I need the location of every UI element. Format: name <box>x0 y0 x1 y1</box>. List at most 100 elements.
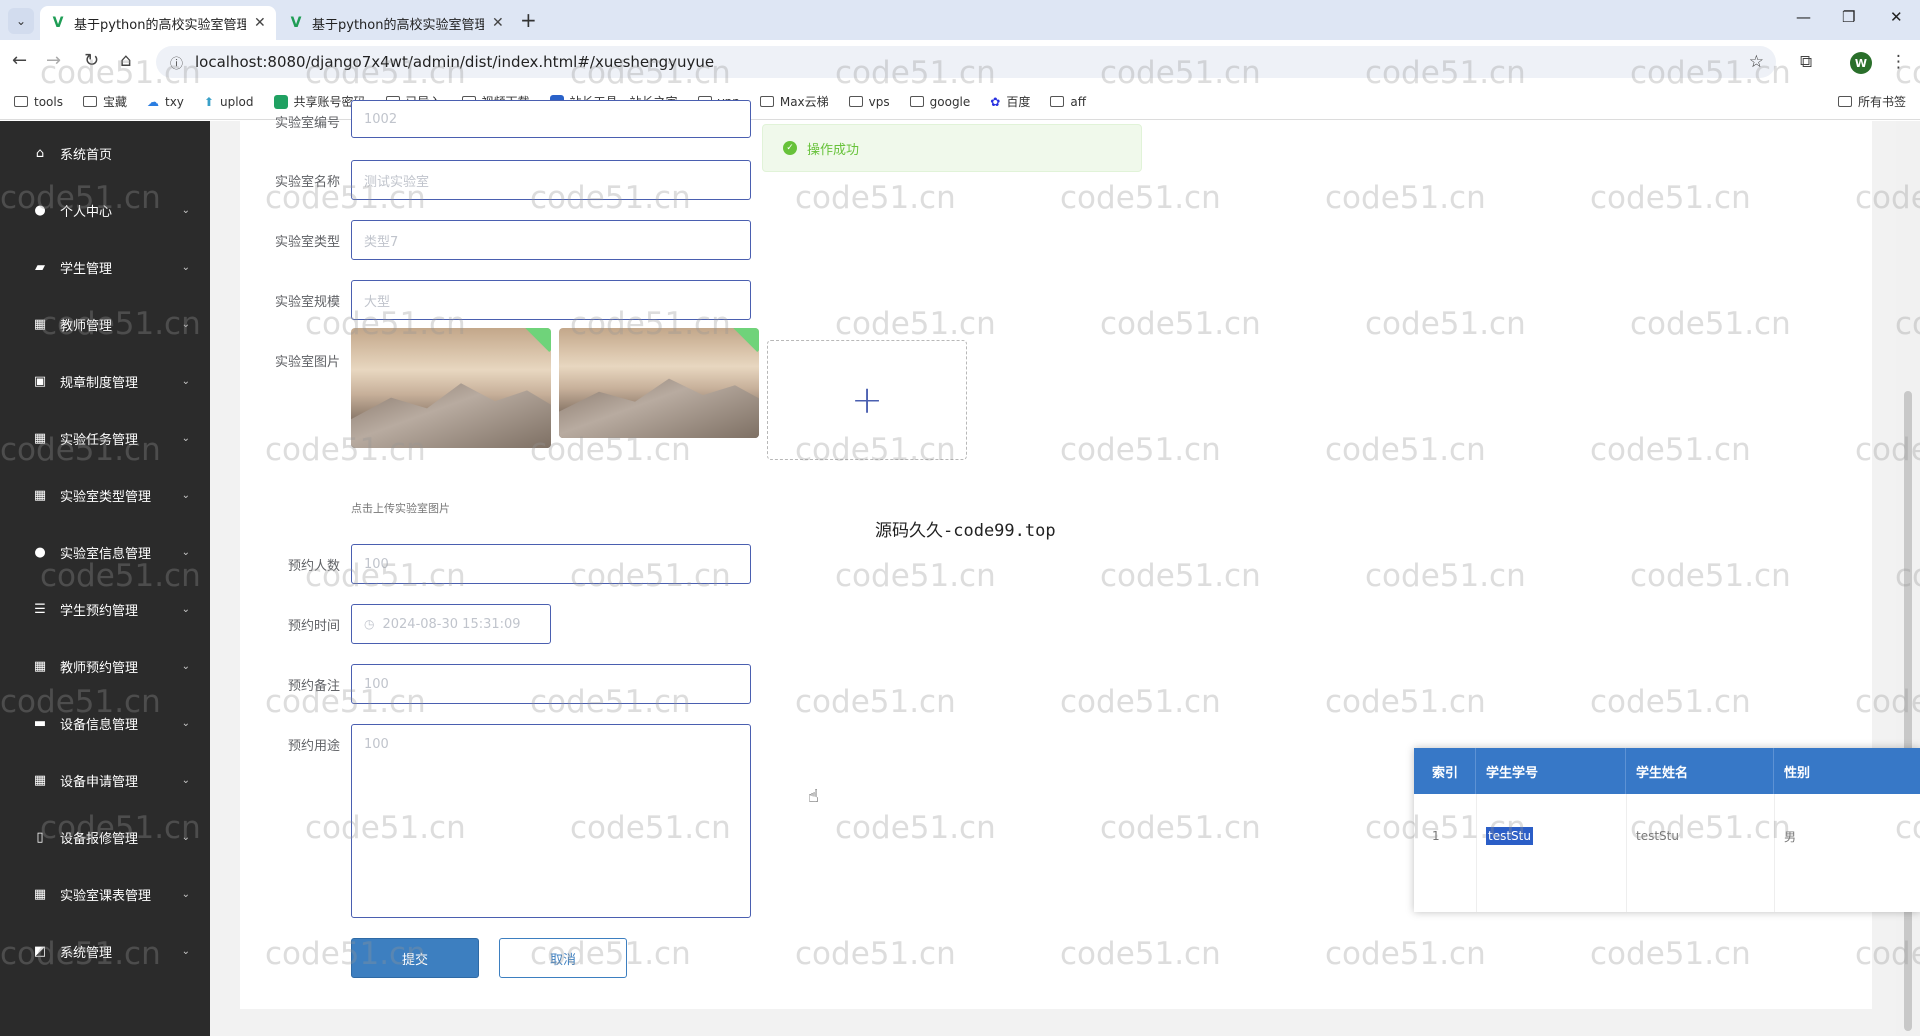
sidebar-item-label: 实验任务管理 <box>60 432 139 448</box>
sidebar-item[interactable]: ▦ 实验室课表管理 ⌄ <box>0 872 210 916</box>
bookmark-item[interactable]: ☁ txy <box>147 95 184 109</box>
sidebar-item-label: 设备申请管理 <box>60 774 139 790</box>
chevron-down-icon: ⌄ <box>181 774 190 786</box>
sidebar-item-label: 学生预约管理 <box>60 603 139 619</box>
tab-title: 基于python的高校实验室管理系 <box>74 17 246 33</box>
sidebar-item[interactable]: ▦ 设备申请管理 ⌄ <box>0 758 210 802</box>
sidebar-item[interactable]: ▦ 实验任务管理 ⌄ <box>0 416 210 460</box>
browser-tab-1[interactable]: V 基于python的高校实验室管理系 ✕ <box>40 6 276 40</box>
window-close-icon[interactable]: ✕ <box>1890 8 1903 26</box>
lab-image-label: 实验室图片 <box>274 355 340 370</box>
lab-image-thumbnail[interactable] <box>351 328 551 448</box>
bookmark-item[interactable]: tools <box>14 95 63 109</box>
reserve-note-label: 预约备注 <box>287 679 340 694</box>
chevron-down-icon: ⌄ <box>181 945 190 957</box>
sidebar-menu: ⌂ 系统首页 ● 个人中心 ⌄ ▰ 学生管理 ⌄ ▦ 教师管理 ⌄ ▣ 规章制度管理 ⌄ ▦ 实验任务管理 ⌄ ▦… <box>0 121 210 1036</box>
sidebar-item-label: 个人中心 <box>60 204 113 220</box>
sidebar-item[interactable]: ▦ 实验室类型管理 ⌄ <box>0 473 210 517</box>
sidebar-item[interactable]: ▦ 教师预约管理 ⌄ <box>0 644 210 688</box>
cancel-button[interactable]: 取消 <box>499 938 627 978</box>
sidebar-item-label: 系统首页 <box>60 147 113 163</box>
kebab-menu-icon[interactable]: ⋮ <box>1890 52 1907 72</box>
reserve-note-input[interactable]: 100 <box>351 664 751 704</box>
lab-type-input[interactable]: 类型7 <box>351 220 751 260</box>
chart-icon: ◩ <box>33 943 47 959</box>
sidebar-item[interactable]: ▣ 规章制度管理 ⌄ <box>0 359 210 403</box>
site-info-icon[interactable]: ⓘ <box>170 53 183 72</box>
submit-button[interactable]: 提交 <box>351 938 479 978</box>
close-tab-icon[interactable]: ✕ <box>254 15 266 31</box>
bookmark-star-icon[interactable]: ☆ <box>1749 52 1764 72</box>
image-upload-button[interactable]: + <box>767 340 967 460</box>
sidebar-item[interactable]: ▯ 设备报修管理 ⌄ <box>0 815 210 859</box>
tab-search-chevron-icon[interactable]: ⌄ <box>8 8 34 34</box>
forward-arrow-icon[interactable]: → <box>46 50 61 71</box>
reserve-time-label: 预约时间 <box>287 619 340 634</box>
folder-icon <box>759 96 774 107</box>
sidebar-item[interactable]: ▦ 教师管理 ⌄ <box>0 302 210 346</box>
chevron-down-icon: ⌄ <box>181 888 190 900</box>
sidebar-item[interactable]: ▰ 学生管理 ⌄ <box>0 245 210 289</box>
reserve-count-label: 预约人数 <box>287 559 340 574</box>
chevron-down-icon: ⌄ <box>181 204 190 216</box>
sidebar-item[interactable]: ◩ 系统管理 ⌄ <box>0 929 210 973</box>
grid-icon: ▦ <box>33 886 47 902</box>
restore-icon[interactable]: ❐ <box>1842 8 1855 26</box>
bookmark-item[interactable]: 宝藏 <box>82 93 127 110</box>
folder-icon <box>82 96 97 107</box>
scrollbar-thumb[interactable] <box>1904 391 1912 1031</box>
reserve-count-input[interactable]: 100 <box>351 544 751 584</box>
lab-image-thumbnail[interactable] <box>559 328 759 438</box>
extensions-puzzle-icon[interactable]: ⧉ <box>1800 52 1812 72</box>
lab-number-input[interactable]: 1002 <box>351 100 751 138</box>
sheet-icon <box>273 94 288 109</box>
sidebar-item-label: 教师预约管理 <box>60 660 139 676</box>
grid-icon: ▦ <box>33 772 47 788</box>
bookmark-item[interactable]: google <box>909 95 970 109</box>
sidebar-item-label: 实验室课表管理 <box>60 888 152 904</box>
table-cell-student-no[interactable]: testStu <box>1476 824 1533 848</box>
reload-icon[interactable]: ↻ <box>84 50 99 71</box>
sidebar-item[interactable]: ● 个人中心 ⌄ <box>0 188 210 232</box>
browser-tab-strip: ⌄ V 基于python的高校实验室管理系 ✕ V 基于python的高校实验室… <box>0 0 1920 40</box>
address-bar[interactable]: ⓘ localhost:8080/django7x4wt/admin/dist/… <box>156 46 1776 78</box>
bookmark-item[interactable]: ⬆ uplod <box>204 95 254 109</box>
sidebar-item-label: 实验室类型管理 <box>60 489 152 505</box>
bookmark-item[interactable]: ✿ 百度 <box>990 93 1030 110</box>
vue-favicon-icon: V <box>290 15 302 31</box>
lab-name-input[interactable]: 测试实验室 <box>351 160 751 200</box>
table-cell-index: 1 <box>1432 829 1440 843</box>
clipboard-icon: ▣ <box>33 373 47 389</box>
briefcase-icon: ▰ <box>35 259 45 275</box>
lab-scale-input[interactable]: 大型 <box>351 280 751 320</box>
browser-tab-2[interactable]: V 基于python的高校实验室管理系 ✕ <box>278 6 514 40</box>
upload-icon: ⬆ <box>203 94 214 109</box>
reserve-purpose-textarea[interactable]: 100 <box>351 724 751 918</box>
bookmark-item[interactable]: aff <box>1050 95 1086 109</box>
chevron-down-icon: ⌄ <box>181 318 190 330</box>
tab-title: 基于python的高校实验室管理系 <box>312 17 484 33</box>
all-bookmarks[interactable]: 所有书签 <box>1837 93 1906 110</box>
sidebar-item[interactable]: ● 实验室信息管理 ⌄ <box>0 530 210 574</box>
reserve-time-picker[interactable]: ◷ 2024-08-30 15:31:09 <box>351 604 551 644</box>
sidebar-item-label: 教师管理 <box>60 318 113 334</box>
home-icon[interactable]: ⌂ <box>120 50 131 71</box>
cloud-icon: ☁ <box>147 94 159 109</box>
sidebar-item[interactable]: ⌂ 系统首页 <box>0 131 210 175</box>
profile-avatar[interactable]: W <box>1850 52 1872 74</box>
grid-icon: ▦ <box>33 487 47 503</box>
sidebar-item[interactable]: ☰ 学生预约管理 ⌄ <box>0 587 210 631</box>
grid-icon: ▦ <box>33 430 47 446</box>
sidebar-item-label: 学生管理 <box>60 261 113 277</box>
close-tab-icon[interactable]: ✕ <box>492 15 504 31</box>
back-arrow-icon[interactable]: ← <box>12 50 27 71</box>
new-tab-plus-icon[interactable]: + <box>520 8 537 32</box>
clock-icon: ◷ <box>364 617 375 631</box>
minimize-icon[interactable]: — <box>1796 8 1811 26</box>
bookmark-item[interactable]: Max云梯 <box>759 93 829 110</box>
selected-student-no[interactable]: testStu <box>1486 827 1533 845</box>
chevron-down-icon: ⌄ <box>181 660 190 672</box>
bookmark-item[interactable]: vps <box>848 95 890 109</box>
success-message-text: 操作成功 <box>807 142 860 158</box>
sidebar-item[interactable]: ▬ 设备信息管理 ⌄ <box>0 701 210 745</box>
